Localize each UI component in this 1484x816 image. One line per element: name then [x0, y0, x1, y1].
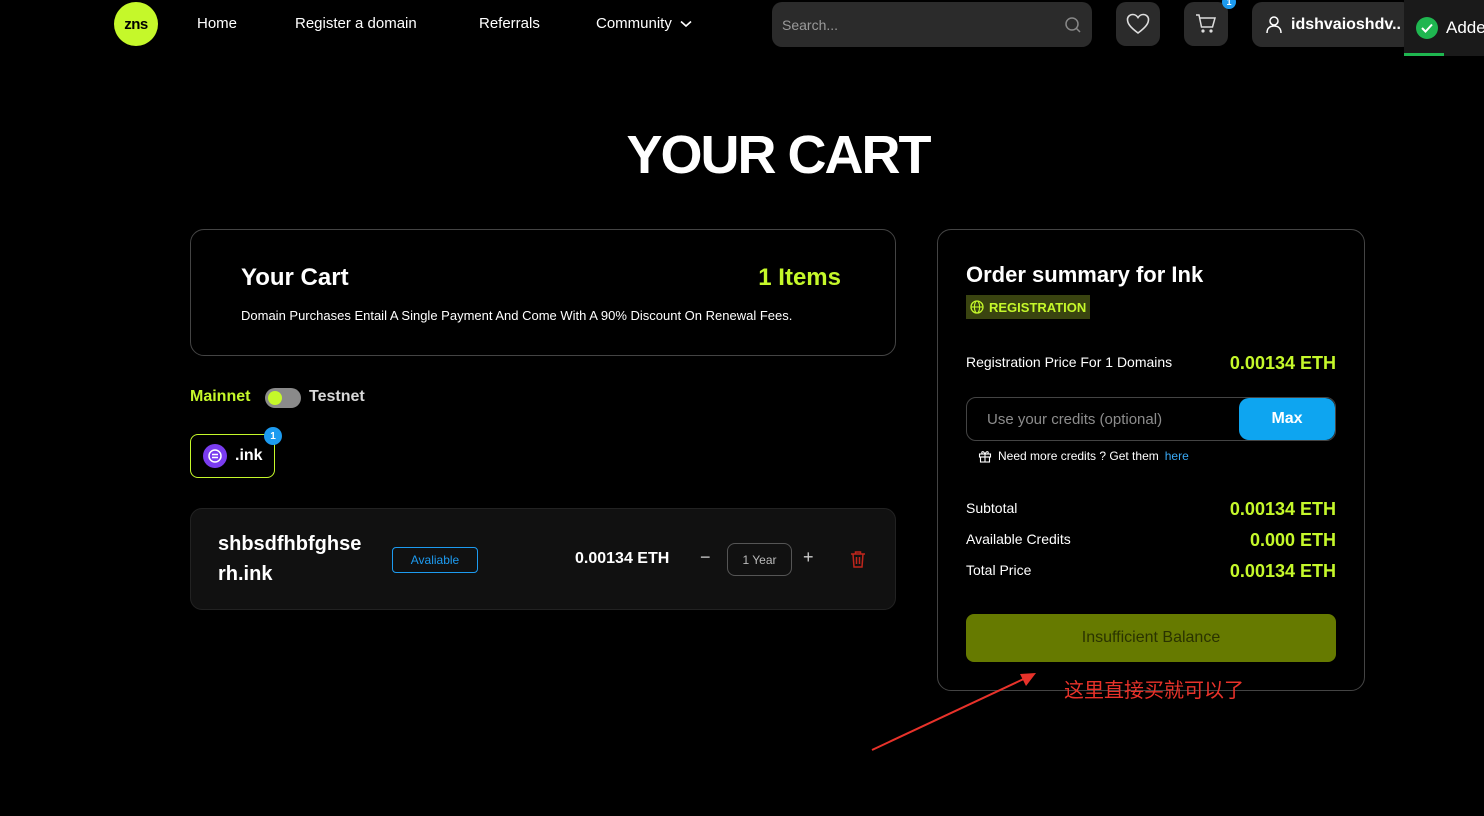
tld-filter-chip[interactable]: .ink: [190, 434, 275, 478]
testnet-label[interactable]: Testnet: [309, 388, 365, 406]
cart-item-count: 1 Items: [758, 264, 841, 291]
increase-years-button[interactable]: +: [803, 547, 814, 568]
trash-icon[interactable]: [850, 550, 866, 568]
registration-badge-label: REGISTRATION: [989, 299, 1087, 315]
toggle-knob: [268, 391, 282, 405]
mainnet-label[interactable]: Mainnet: [190, 388, 250, 406]
heart-icon: [1126, 13, 1150, 35]
search-bar: [772, 2, 1092, 47]
registration-price-value: 0.00134 ETH: [1229, 353, 1336, 373]
credits-hint: Need more credits ? Get them here: [978, 449, 1189, 463]
network-toggle[interactable]: [265, 388, 301, 408]
cart-note: Domain Purchases Entail A Single Payment…: [241, 308, 793, 323]
years-field[interactable]: 1 Year: [727, 543, 792, 576]
item-domain-name: shbsdfhbfghserh.ink: [218, 533, 362, 585]
item-price: 0.00134 ETH: [575, 550, 670, 567]
cart-button[interactable]: [1184, 2, 1228, 46]
total-price-value: 0.00134 ETH: [1229, 561, 1336, 581]
search-input[interactable]: [782, 16, 1064, 33]
cart-title: Your Cart: [241, 264, 349, 291]
nav-register-domain[interactable]: Register a domain: [295, 15, 417, 32]
max-button[interactable]: Max: [1239, 398, 1335, 440]
cart-icon: [1196, 14, 1216, 33]
tld-count-badge: 1: [264, 427, 282, 445]
annotation-text: 这里直接买就可以了: [1064, 678, 1244, 702]
nav-community[interactable]: Community: [596, 15, 692, 32]
ink-logo-icon: [203, 444, 227, 468]
globe-icon: [970, 300, 984, 314]
tld-label: .ink: [235, 447, 263, 464]
search-icon[interactable]: [1064, 16, 1082, 34]
cart-summary-card: Your Cart 1 Items Domain Purchases Entai…: [190, 229, 896, 356]
toast-text: Adde: [1446, 18, 1484, 37]
subtotal-label: Subtotal: [966, 500, 1018, 516]
nav-home[interactable]: Home: [197, 15, 237, 32]
cart-count-badge: 1: [1222, 0, 1236, 9]
check-icon: [1416, 17, 1438, 39]
annotation-arrow-icon: [871, 673, 1036, 751]
registration-price-label: Registration Price For 1 Domains: [966, 354, 1173, 370]
toast-progress: [1404, 53, 1444, 56]
decrease-years-button[interactable]: −: [700, 547, 711, 568]
order-summary-panel: Order summary for Ink REGISTRATION Regis…: [937, 229, 1365, 691]
credits-hint-link[interactable]: here: [1165, 449, 1189, 463]
subtotal-value: 0.00134 ETH: [1229, 499, 1336, 519]
logo[interactable]: zns: [114, 2, 158, 46]
gift-icon: [978, 451, 992, 463]
toast-notification: Adde: [1404, 0, 1484, 56]
cart-item-row: shbsdfhbfghserh.ink Avaliable 0.00134 ET…: [190, 508, 896, 610]
chevron-down-icon: [680, 20, 692, 27]
user-account-button[interactable]: idshvaioshdv..: [1252, 2, 1412, 47]
credits-hint-text: Need more credits ? Get them: [998, 449, 1159, 463]
total-price-label: Total Price: [966, 562, 1032, 578]
nav-community-label: Community: [596, 15, 672, 32]
user-name: idshvaioshdv..: [1291, 15, 1401, 33]
available-credits-label: Available Credits: [966, 531, 1071, 547]
insufficient-balance-button[interactable]: Insufficient Balance: [966, 614, 1336, 662]
credits-input[interactable]: [967, 398, 1239, 440]
nav-referrals[interactable]: Referrals: [479, 15, 540, 32]
summary-title: Order summary for Ink: [966, 262, 1204, 287]
item-status-badge: Avaliable: [392, 547, 478, 573]
registration-badge: REGISTRATION: [966, 295, 1091, 319]
page-title: YOUR CART: [626, 125, 932, 185]
available-credits-value: 0.000 ETH: [1249, 530, 1336, 550]
wishlist-button[interactable]: [1116, 2, 1160, 46]
credits-input-group: Max: [966, 397, 1336, 441]
user-icon: [1266, 15, 1282, 33]
